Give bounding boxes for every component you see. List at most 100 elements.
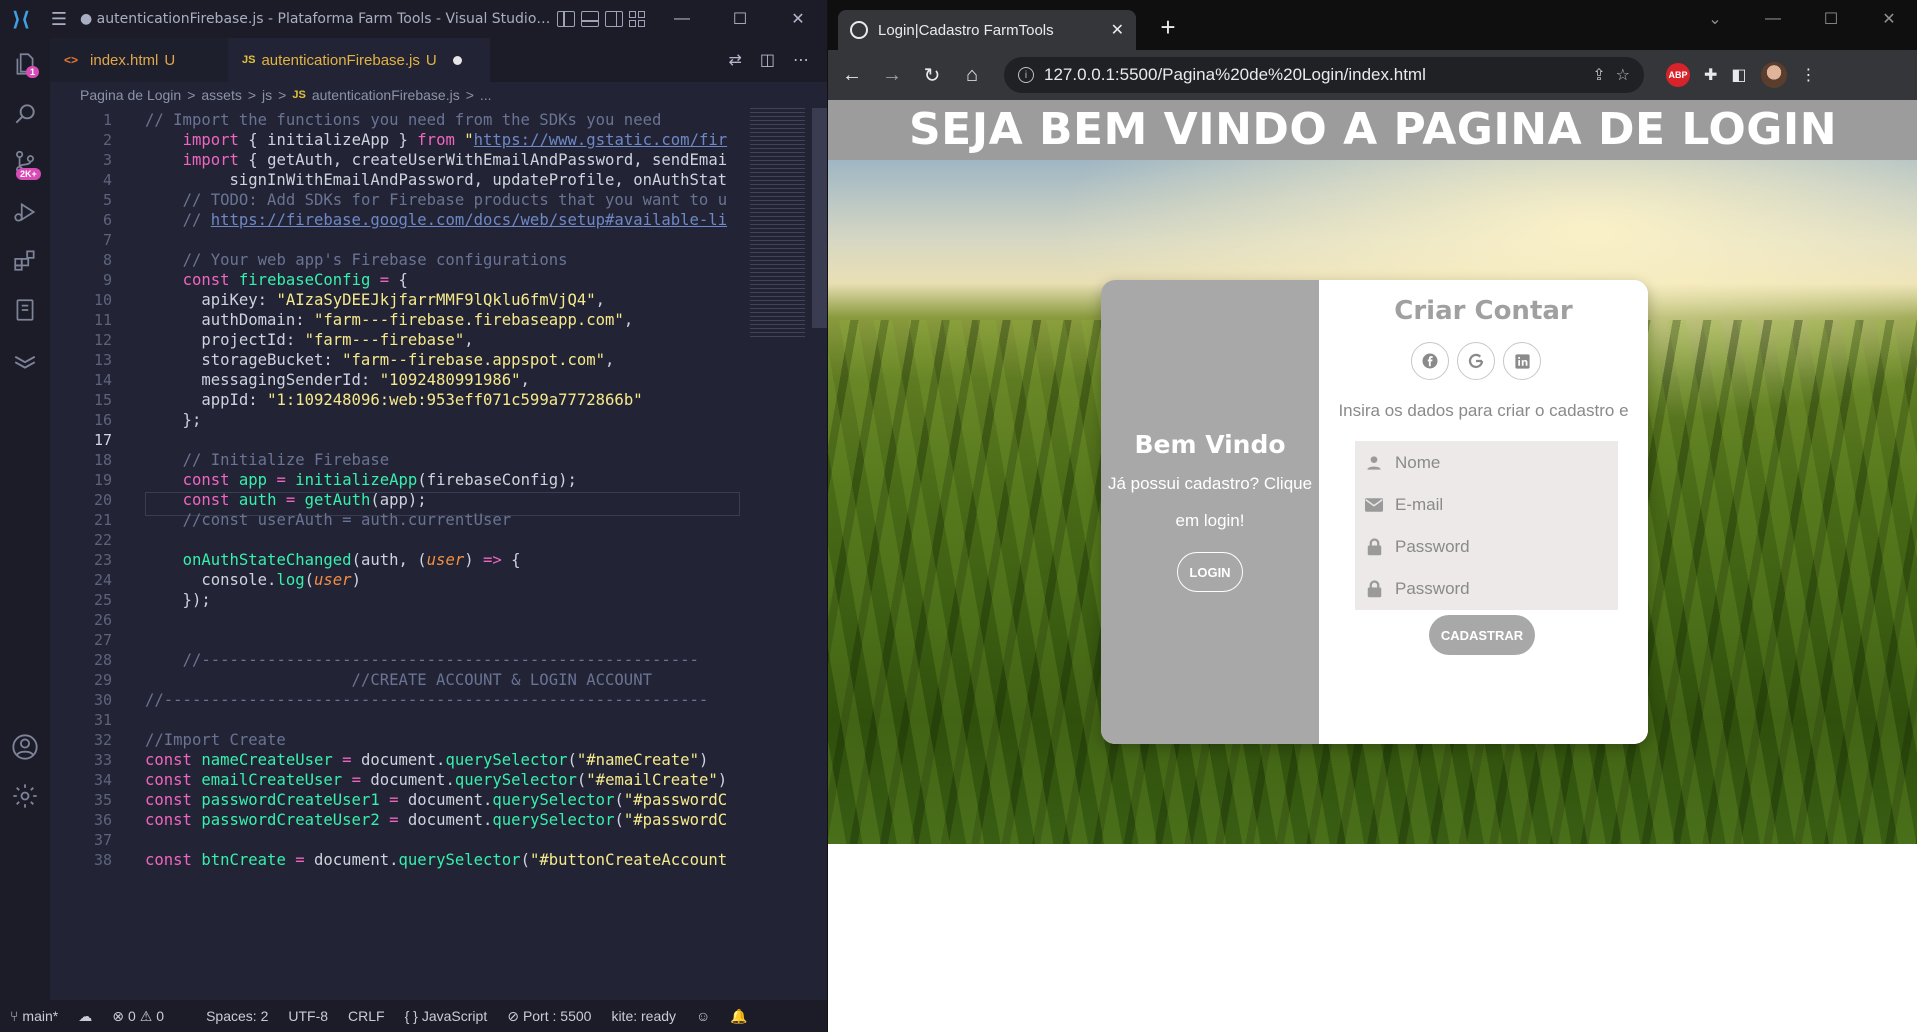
customize-layout-icon[interactable] [629,11,647,27]
avatar[interactable] [1760,62,1787,88]
vscode-titlebar: ⟩⟨ ☰ ● autenticationFirebase.js - Plataf… [0,0,827,38]
explorer-icon[interactable]: 1 [0,40,50,88]
breadcrumb-item[interactable]: assets [201,87,241,103]
explorer-badge: 1 [26,66,40,78]
close-icon[interactable]: ✕ [769,0,827,38]
more-actions-icon[interactable]: ⋯ [793,50,809,70]
site-info-icon[interactable]: i [1018,67,1034,83]
confirm-password-field[interactable]: Password [1355,567,1618,610]
minimize-icon[interactable]: — [1744,0,1802,38]
vscode-window: ⟩⟨ ☰ ● autenticationFirebase.js - Plataf… [0,0,827,1032]
branch-status[interactable]: ⑂ main* [0,1008,68,1024]
problems-status[interactable]: ⊗ 0 ⚠ 0 [102,1008,174,1025]
page-viewport: SEJA BEM VINDO A PAGINA DE LOGIN Bem Vin… [828,100,1917,1032]
name-placeholder: Nome [1395,452,1441,472]
star-icon[interactable]: ☆ [1616,65,1630,85]
social-buttons [1411,342,1541,380]
editor-tabs: <> index.html U JS autenticationFirebase… [50,38,827,82]
remote-explorer-icon[interactable] [0,286,50,334]
tab-status: U [425,51,437,69]
no-entry-icon: ⊘ [507,1007,519,1024]
breadcrumb-separator: > [247,87,257,103]
feedback-icon[interactable]: ☺ [686,1008,720,1024]
google-icon[interactable] [1457,342,1495,380]
email-placeholder: E-mail [1395,494,1444,514]
warning-count: 0 [156,1008,165,1024]
tab-label-auth: autenticationFirebase.js [261,51,420,69]
tab-index-html[interactable]: <> index.html U [50,38,228,82]
sync-icon[interactable]: ☁ [68,1008,102,1025]
account-icon[interactable] [0,723,50,771]
address-bar[interactable]: i 127.0.0.1:5500/Pagina%20de%20Login/ind… [1004,57,1644,93]
editor-scrollbar[interactable] [812,108,827,328]
toggle-sidebar-icon[interactable] [557,11,575,27]
settings-gear-icon[interactable] [0,772,50,820]
sidepanel-icon[interactable]: ◧ [1731,65,1746,85]
welcome-text: Já possui cadastro? Clique em login! [1107,474,1313,530]
encoding-status[interactable]: UTF-8 [278,1008,338,1024]
back-arrow-icon[interactable]: ← [832,55,872,95]
register-button[interactable]: CADASTRAR [1429,615,1535,655]
email-field[interactable]: E-mail [1355,483,1618,526]
share-icon[interactable]: ⇪ [1592,65,1605,85]
language-label: JavaScript [421,1008,488,1024]
abp-icon[interactable]: ABP [1666,63,1690,87]
js-file-icon: JS [242,54,256,66]
compare-changes-icon[interactable]: ⇄ [728,50,741,70]
welcome-heading: Bem Vindo [1134,430,1286,459]
breadcrumb-separator: > [278,87,287,103]
code-editor[interactable]: 1// Import the functions you need from t… [50,108,740,1000]
name-field[interactable]: Nome [1355,441,1618,484]
login-button[interactable]: LOGIN [1177,552,1243,592]
facebook-icon[interactable] [1411,342,1449,380]
reload-icon[interactable]: ↻ [912,55,952,95]
breadcrumb-item[interactable]: autenticationFirebase.js [312,87,460,103]
indentation-status[interactable]: Spaces: 2 [196,1008,278,1024]
toggle-secondary-sidebar-icon[interactable] [605,11,623,27]
git-branch-icon: ⑂ [10,1008,19,1024]
tab-label-index: index.html [90,51,159,69]
breadcrumb-item[interactable]: ... [480,87,492,103]
password-placeholder: Password [1395,536,1470,556]
vscode-logo-icon[interactable]: ⟩⟨ [0,0,42,38]
close-tab-icon[interactable]: ✕ [1111,20,1124,40]
language-status[interactable]: { } JavaScript [395,1008,498,1024]
browser-tab-strip: Login|Cadastro FarmTools ✕ + ⌄ — ☐ ✕ [828,0,1917,50]
breadcrumb-item[interactable]: js [262,87,272,103]
tab-search-icon[interactable]: ⌄ [1686,0,1744,38]
run-debug-icon[interactable] [0,188,50,236]
home-icon[interactable]: ⌂ [952,55,992,95]
kebab-icon[interactable]: ⋮ [1801,65,1817,85]
hamburger-menu-icon[interactable]: ☰ [42,9,76,30]
extensions-icon[interactable] [0,236,50,284]
split-editor-icon[interactable]: ◫ [760,50,775,70]
browser-tab[interactable]: Login|Cadastro FarmTools ✕ [838,10,1136,50]
new-tab-icon[interactable]: + [1153,12,1183,42]
linkedin-icon[interactable] [1503,342,1541,380]
toggle-panel-icon[interactable] [581,11,599,27]
tab-autentication-firebase[interactable]: JS autenticationFirebase.js U [228,38,490,82]
forward-arrow-icon[interactable]: → [872,55,912,95]
activity-bar: 1 2K+ [0,38,50,1000]
confirm-password-placeholder: Password [1395,578,1470,598]
braces-icon: { } [404,1008,418,1024]
password-field[interactable]: Password [1355,525,1618,568]
eol-status[interactable]: CRLF [338,1008,395,1024]
close-icon[interactable]: ✕ [1860,0,1917,38]
minimize-icon[interactable]: — [653,0,711,38]
minimap[interactable] [740,108,812,1000]
branch-name: main* [22,1008,59,1024]
unsaved-dot-icon[interactable] [452,55,462,65]
live-server-status[interactable]: ⊘ Port : 5500 [497,1008,601,1025]
search-icon[interactable] [0,90,50,138]
breadcrumb-item[interactable]: Pagina de Login [80,87,181,103]
maximize-icon[interactable]: ☐ [1802,0,1860,38]
globe-icon [850,21,868,39]
port-label: Port : 5500 [522,1008,592,1024]
puzzle-icon[interactable]: ✚ [1704,65,1717,85]
layers-icon[interactable] [0,336,50,384]
kite-status[interactable]: kite: ready [601,1008,686,1024]
notifications-bell-icon[interactable]: 🔔 [720,1008,757,1025]
maximize-icon[interactable]: ☐ [711,0,769,38]
source-control-icon[interactable]: 2K+ [0,138,50,186]
